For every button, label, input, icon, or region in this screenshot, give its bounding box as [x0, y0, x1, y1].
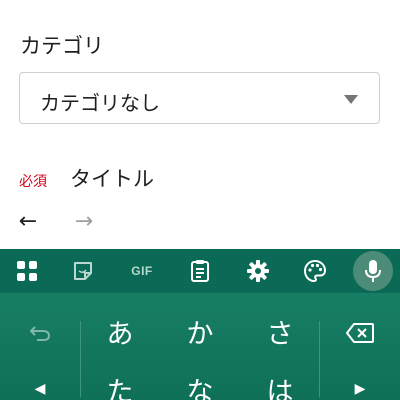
category-select-value: カテゴリなし: [40, 91, 160, 115]
key-ha[interactable]: は: [240, 365, 320, 413]
key-na[interactable]: な: [160, 365, 240, 413]
forward-arrow-button[interactable]: →: [72, 208, 96, 236]
microphone-button[interactable]: [353, 251, 393, 291]
undo-key[interactable]: [0, 309, 80, 357]
keyboard-toolbar: GIF: [0, 249, 400, 293]
undo-icon: [30, 326, 51, 341]
gif-label: GIF: [131, 264, 153, 278]
key-ta[interactable]: た: [80, 365, 160, 413]
keyboard-body: あ か さ ◀ た な は ▶: [0, 293, 400, 408]
key-sa[interactable]: さ: [240, 307, 320, 355]
required-badge: 必須: [19, 174, 47, 190]
sticker-icon[interactable]: [65, 249, 101, 293]
theme-palette-icon[interactable]: [297, 249, 333, 293]
title-label: タイトル: [70, 167, 154, 191]
apps-grid-icon[interactable]: [9, 249, 45, 293]
backspace-key[interactable]: [320, 309, 400, 357]
gif-icon[interactable]: GIF: [124, 249, 160, 293]
key-ka[interactable]: か: [160, 307, 240, 355]
backspace-icon: [346, 323, 374, 343]
key-a[interactable]: あ: [80, 307, 160, 355]
category-select[interactable]: カテゴリなし: [19, 72, 380, 124]
right-arrow-key[interactable]: ▶: [320, 365, 400, 413]
microphone-icon: [365, 260, 381, 282]
category-label: カテゴリ: [20, 34, 104, 58]
left-arrow-key[interactable]: ◀: [0, 365, 80, 413]
dropdown-arrow-icon: [344, 95, 358, 104]
back-arrow-button[interactable]: ←: [16, 208, 40, 236]
clipboard-icon[interactable]: [182, 249, 218, 293]
settings-gear-icon[interactable]: [240, 249, 276, 293]
